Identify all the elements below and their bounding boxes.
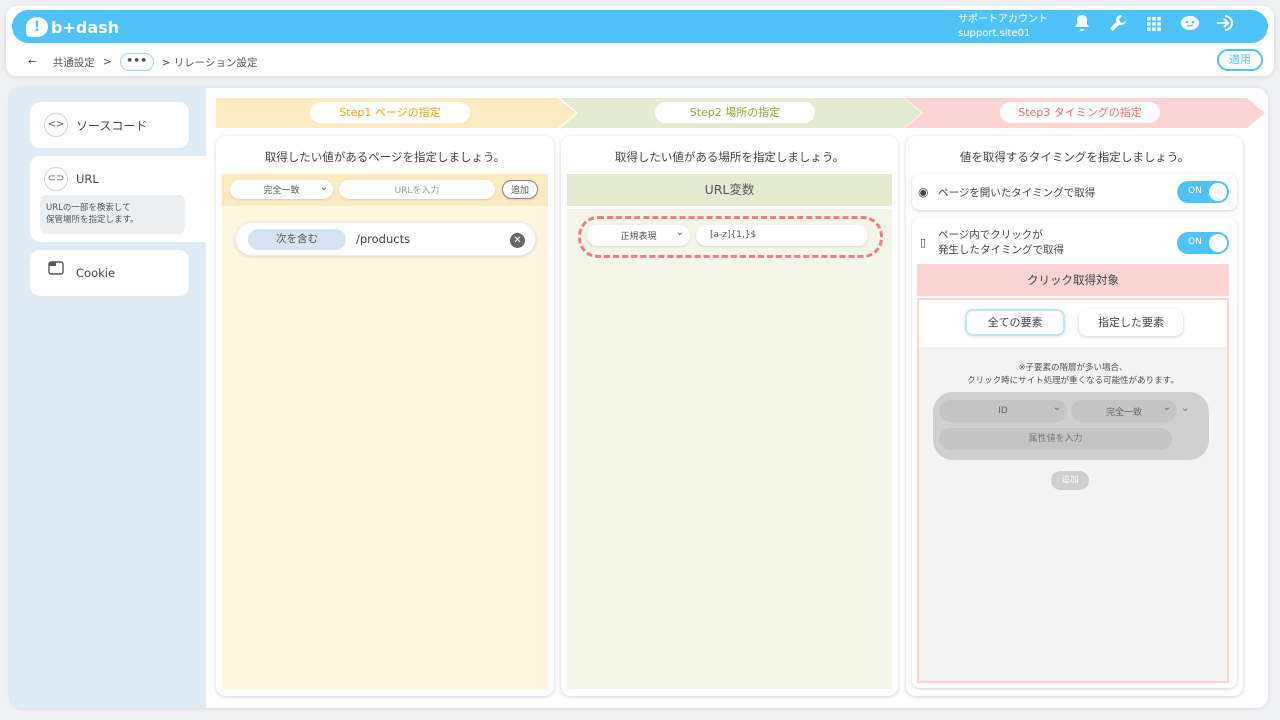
breadcrumb-common-settings[interactable]: 共通設定 bbox=[53, 55, 95, 70]
page-open-toggle[interactable]: ON bbox=[1177, 181, 1229, 203]
url-description-line: 保管場所を指定します。 bbox=[46, 215, 139, 225]
add-attribute-button[interactable]: 追加 bbox=[1051, 471, 1089, 490]
sidebar-item-cookie[interactable]: Cookie bbox=[30, 250, 189, 296]
toggle-knob bbox=[1209, 183, 1227, 201]
top-bar: ! b+dash サポートアカウント support.site01 bbox=[12, 10, 1268, 43]
account-name: サポートアカウント bbox=[958, 14, 1048, 25]
url-description-line: URLの一部を検索して bbox=[46, 203, 131, 213]
column-timing: 値を取得するタイミングを指定しましょう。 ◉ ページを開いたタイミングで取得 O… bbox=[906, 136, 1243, 696]
expand-chevron-icon[interactable]: ⌄ bbox=[1181, 403, 1189, 414]
toggle-state: ON bbox=[1188, 186, 1202, 196]
timing-option-line: ページ内でクリックが bbox=[938, 229, 1043, 241]
logout-icon[interactable] bbox=[1214, 14, 1238, 38]
account-info[interactable]: サポートアカウント support.site01 bbox=[958, 13, 1048, 41]
attribute-value-input[interactable]: 属性値を入力 bbox=[939, 428, 1172, 450]
header-icons bbox=[1070, 14, 1238, 38]
apply-button[interactable]: 適用 bbox=[1217, 49, 1263, 71]
breadcrumb-ellipsis-button[interactable]: ••• bbox=[119, 53, 154, 71]
sidebar-item-label: Cookie bbox=[76, 266, 116, 280]
toggle-state: ON bbox=[1188, 237, 1202, 247]
breadcrumb-separator: > bbox=[102, 56, 112, 68]
column-page-title: 取得したい値があるページを指定しましょう。 bbox=[264, 150, 506, 164]
add-url-label: 追加 bbox=[510, 186, 529, 196]
sidebar-url-header: ⊂⊃ URL bbox=[44, 167, 99, 191]
url-input[interactable]: URLを入力 bbox=[339, 180, 495, 199]
page-filter-bar: 完全一致 ⌄ URLを入力 追加 bbox=[222, 174, 548, 206]
sidebar-item-source-code[interactable]: <> ソースコード bbox=[30, 102, 189, 148]
page-rule-item: 次を含む /products ✕ bbox=[235, 222, 536, 256]
header: ! b+dash サポートアカウント support.site01 ← 共通設定… bbox=[6, 6, 1274, 76]
mouse-icon: ▯ bbox=[920, 236, 927, 249]
chevron-down-icon: ⌄ bbox=[319, 182, 328, 193]
click-target-header: クリック取得対象 bbox=[917, 264, 1229, 296]
column-page: 取得したい値があるページを指定しましょう。 完全一致 ⌄ URLを入力 追加 次… bbox=[216, 136, 554, 696]
url-variable-list: 正規表現 ⌄ [a-z]{1,}$ bbox=[567, 209, 892, 689]
cookie-window-icon bbox=[44, 261, 68, 285]
highlighted-regex-rule: 正規表現 ⌄ [a-z]{1,}$ bbox=[578, 216, 883, 258]
step3-label: Step3 タイミングの指定 bbox=[1000, 102, 1160, 123]
sidebar-item-label: URL bbox=[76, 172, 99, 186]
step3-banner: Step3 タイミングの指定 bbox=[905, 98, 1265, 128]
sidebar-item-label: ソースコード bbox=[76, 118, 148, 133]
notice-text: ※子要素の階層が多い場合、 クリック時にサイト処理が重くなる可能性があります。 bbox=[919, 362, 1227, 388]
tab-all-elements[interactable]: 全ての要素 bbox=[965, 309, 1065, 336]
chevron-down-icon: ⌄ bbox=[1162, 402, 1171, 413]
chevron-down-icon: ⌄ bbox=[1052, 402, 1061, 413]
notice-line: ※子要素の階層が多い場合、 bbox=[1018, 363, 1128, 373]
attribute-value: ID bbox=[998, 406, 1008, 416]
add-url-button[interactable]: 追加 bbox=[502, 180, 538, 199]
timing-option-click: ▯ ページ内でクリックが 発生したタイミングで取得 ON クリック取得対象 全て… bbox=[912, 218, 1237, 688]
url-description: URLの一部を検索して 保管場所を指定します。 bbox=[40, 195, 185, 234]
attribute-rule: ID ⌄ 完全一致 ⌄ ⌄ 属性値を入力 bbox=[933, 392, 1209, 460]
back-arrow-icon[interactable]: ← bbox=[28, 56, 37, 68]
bell-icon[interactable] bbox=[1070, 14, 1094, 38]
regex-input[interactable]: [a-z]{1,}$ bbox=[696, 225, 868, 246]
link-icon: ⊂⊃ bbox=[44, 167, 68, 191]
step1-label: Step1 ページの指定 bbox=[310, 102, 470, 123]
click-target-tabs: 全ての要素 指定した要素 bbox=[919, 300, 1227, 347]
url-variable-header: URL変数 bbox=[567, 174, 892, 206]
match-type-value: 完全一致 bbox=[263, 186, 300, 196]
notice-line: クリック時にサイト処理が重くなる可能性があります。 bbox=[967, 376, 1179, 386]
match-type-select[interactable]: 完全一致 ⌄ bbox=[230, 180, 333, 199]
regex-type-select[interactable]: 正規表現 ⌄ bbox=[587, 225, 690, 246]
grid-icon[interactable] bbox=[1142, 14, 1166, 38]
eye-icon: ◉ bbox=[918, 185, 929, 199]
support-icon[interactable] bbox=[1178, 14, 1202, 38]
account-site: support.site01 bbox=[958, 28, 1031, 39]
logo[interactable]: ! b+dash bbox=[26, 15, 119, 39]
click-target-panel: 全ての要素 指定した要素 ※子要素の階層が多い場合、 クリック時にサイト処理が重… bbox=[917, 298, 1229, 683]
remove-rule-icon[interactable]: ✕ bbox=[510, 233, 525, 248]
timing-option-page-open: ◉ ページを開いたタイミングで取得 ON bbox=[912, 174, 1237, 210]
attribute-match-select[interactable]: 完全一致 ⌄ bbox=[1071, 400, 1177, 422]
attribute-select[interactable]: ID ⌄ bbox=[939, 400, 1067, 422]
step1-banner: Step1 ページの指定 bbox=[216, 98, 576, 128]
regex-type-value: 正規表現 bbox=[620, 232, 657, 242]
column-timing-title: 値を取得するタイミングを指定しましょう。 bbox=[959, 150, 1190, 164]
step2-banner: Step2 場所の指定 bbox=[560, 98, 922, 128]
toggle-knob bbox=[1209, 234, 1227, 252]
logo-icon: ! bbox=[26, 17, 48, 37]
breadcrumb: ← 共通設定 > ••• > リレーション設定 bbox=[28, 52, 258, 72]
timing-option-line: 発生したタイミングで取得 bbox=[938, 244, 1064, 256]
column-location-title: 取得したい値がある場所を指定しましょう。 bbox=[614, 150, 845, 164]
breadcrumb-relation-settings: > リレーション設定 bbox=[161, 56, 258, 69]
url-input-placeholder: URLを入力 bbox=[394, 186, 440, 196]
sidebar-item-url[interactable]: ⊂⊃ URL URLの一部を検索して 保管場所を指定します。 bbox=[30, 156, 206, 242]
attribute-match-value: 完全一致 bbox=[1105, 407, 1142, 418]
timing-option-label: ページを開いたタイミングで取得 bbox=[938, 187, 1096, 199]
page-rule-list: 次を含む /products ✕ bbox=[222, 206, 548, 690]
click-toggle[interactable]: ON bbox=[1177, 232, 1229, 254]
code-icon: <> bbox=[44, 113, 68, 137]
chevron-down-icon: ⌄ bbox=[675, 227, 684, 238]
logo-text: b+dash bbox=[51, 17, 120, 37]
tab-specified-elements[interactable]: 指定した要素 bbox=[1079, 309, 1183, 336]
wrench-icon[interactable] bbox=[1106, 14, 1130, 38]
column-location: 取得したい値がある場所を指定しましょう。 URL変数 正規表現 ⌄ [a-z]{… bbox=[561, 136, 898, 696]
rule-type-select[interactable]: 次を含む bbox=[248, 229, 346, 250]
timing-option-label: ページ内でクリックが 発生したタイミングで取得 bbox=[938, 228, 1064, 258]
step2-label: Step2 場所の指定 bbox=[655, 102, 815, 123]
rule-value[interactable]: /products bbox=[356, 232, 410, 246]
